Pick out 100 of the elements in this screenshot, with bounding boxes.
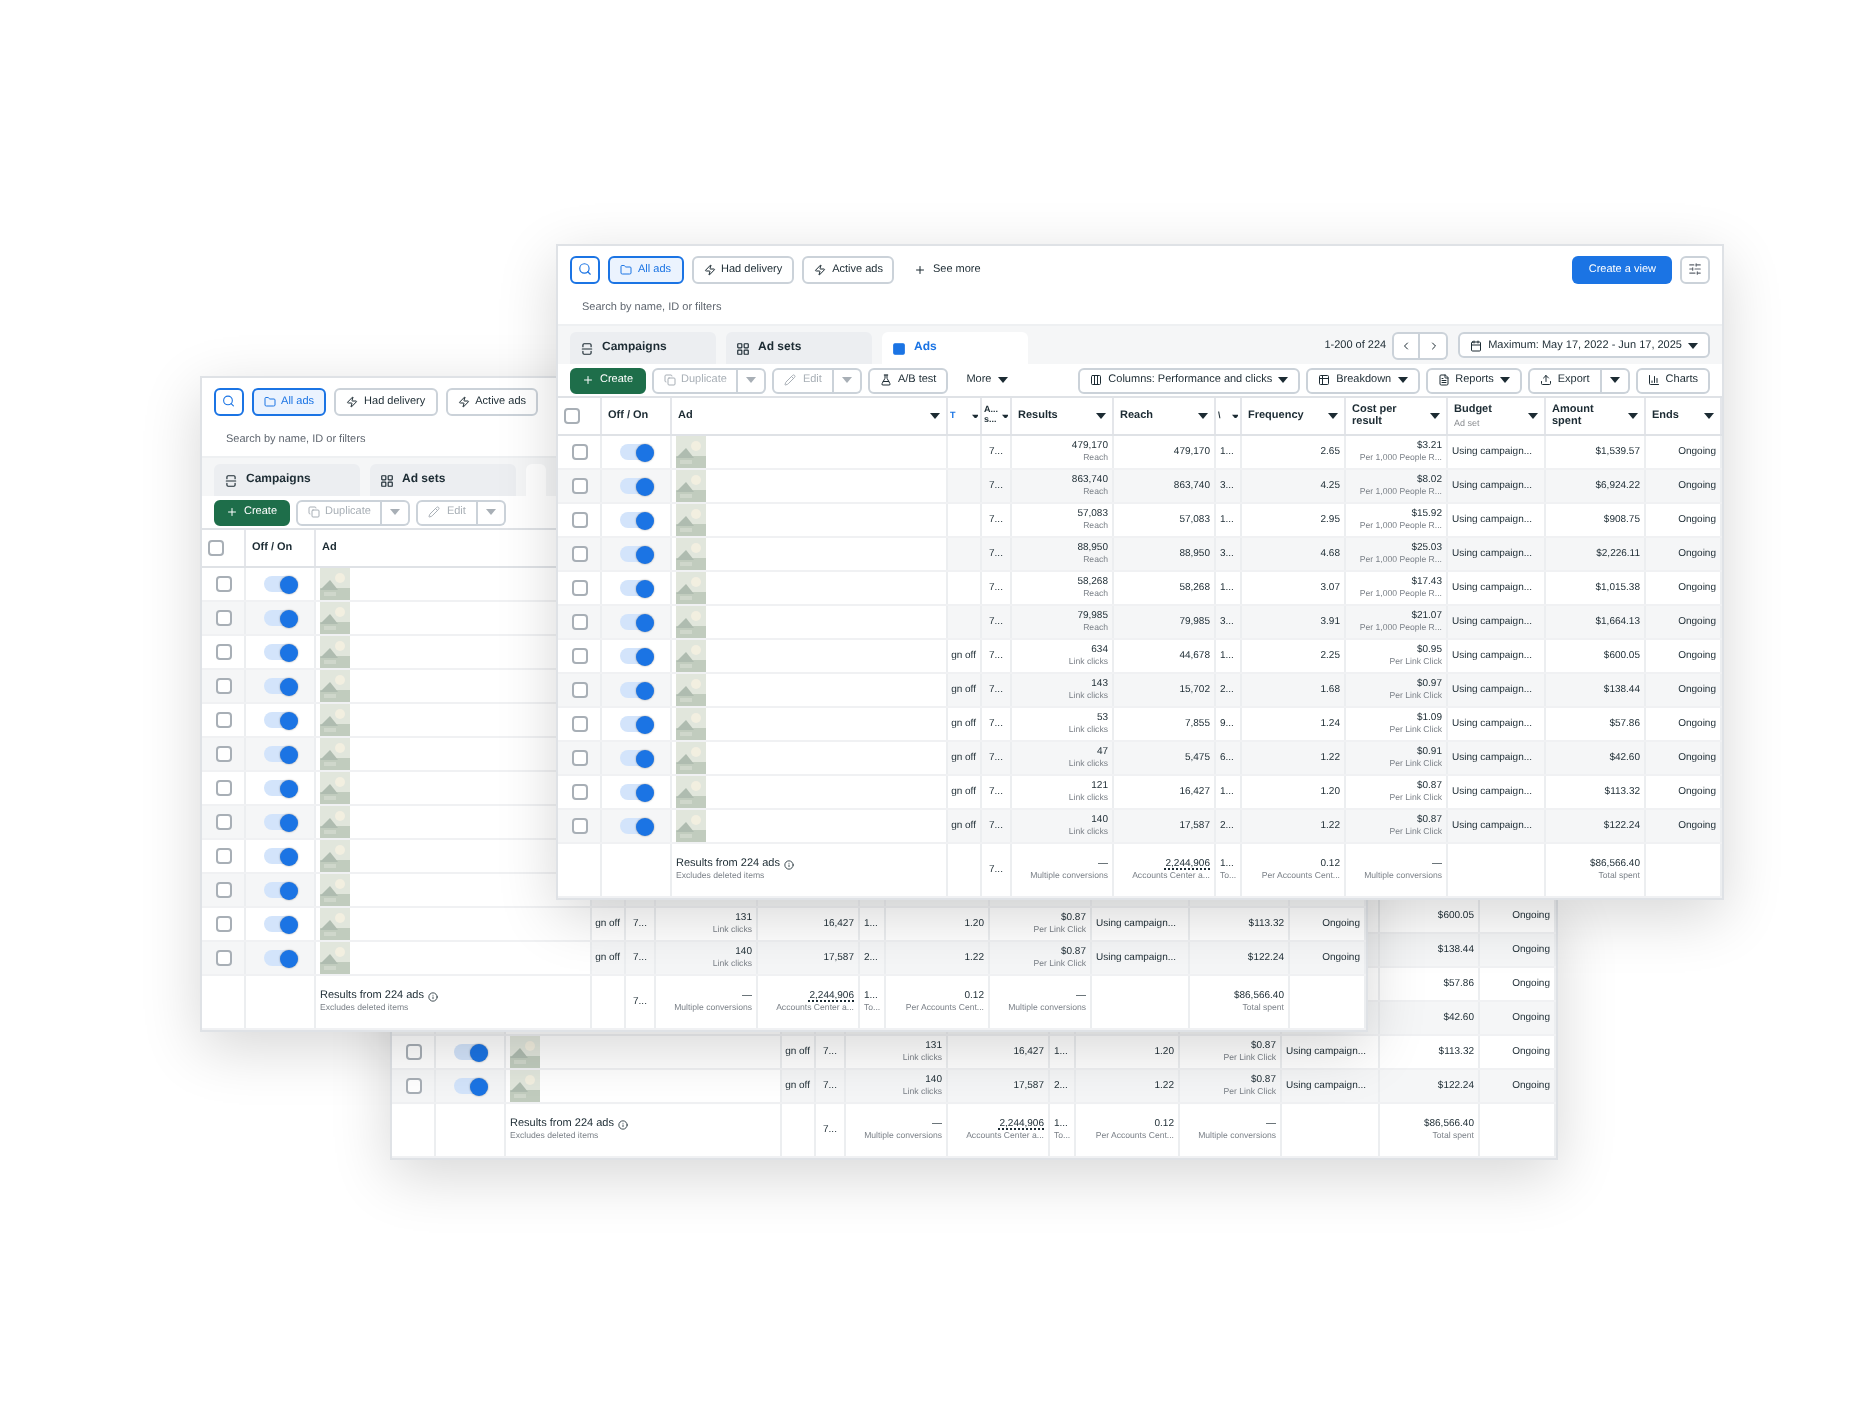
checkbox[interactable]: [405, 1044, 421, 1060]
caret-icon: [971, 413, 978, 419]
checkbox[interactable]: [571, 546, 587, 562]
caret-icon: [1528, 412, 1538, 420]
toggle-switch[interactable]: [619, 716, 653, 732]
checkbox[interactable]: [571, 750, 587, 766]
search-icon: [222, 394, 236, 408]
checkbox[interactable]: [571, 818, 587, 834]
toggle-switch[interactable]: [263, 950, 297, 966]
grid-icon: [736, 341, 750, 355]
checkbox[interactable]: [215, 678, 231, 694]
copy-icon: [663, 374, 676, 386]
caret-icon: [1096, 412, 1106, 420]
toggle-switch[interactable]: [619, 682, 653, 698]
toggle-switch[interactable]: [263, 712, 297, 728]
checkbox[interactable]: [571, 716, 587, 732]
checkbox[interactable]: [571, 784, 587, 800]
settings-button[interactable]: [1680, 255, 1710, 283]
caret-icon: [1328, 412, 1338, 420]
caret-icon: [1397, 376, 1408, 384]
toggle-switch[interactable]: [453, 1078, 487, 1094]
toggle-switch[interactable]: [263, 814, 297, 830]
toggle-switch[interactable]: [619, 546, 653, 562]
chevron-left-icon: [1400, 339, 1413, 351]
pencil-icon: [784, 374, 797, 386]
copy-icon: [307, 506, 320, 518]
report-icon: [1437, 374, 1450, 386]
toggle-switch[interactable]: [619, 614, 653, 630]
checkbox[interactable]: [571, 648, 587, 664]
checkbox[interactable]: [215, 712, 231, 728]
checkbox[interactable]: [215, 848, 231, 864]
lightning-icon: [814, 263, 827, 275]
folder-icon: [620, 263, 632, 275]
caret-icon: [1001, 413, 1008, 419]
checkbox[interactable]: [564, 408, 580, 424]
grid-icon: [380, 473, 394, 487]
toggle-switch[interactable]: [263, 610, 297, 626]
square-icon: [892, 341, 906, 355]
caret-icon: [841, 376, 852, 384]
info-icon: [617, 1119, 628, 1130]
toggle-switch[interactable]: [619, 444, 653, 460]
toggle-switch[interactable]: [263, 848, 297, 864]
lightning-icon: [703, 263, 716, 275]
sliders-icon: [1688, 262, 1702, 276]
checkbox[interactable]: [215, 644, 231, 660]
calendar-icon: [1470, 339, 1483, 351]
search-button[interactable]: [570, 255, 600, 283]
toggle-switch[interactable]: [263, 780, 297, 796]
caret-icon: [1430, 412, 1440, 420]
caret-icon: [390, 508, 401, 516]
caret-icon: [1688, 341, 1698, 349]
checkbox[interactable]: [215, 746, 231, 762]
checkbox[interactable]: [215, 882, 231, 898]
caret-icon: [1278, 376, 1289, 384]
caret-icon: [485, 508, 496, 516]
plus-icon: [226, 506, 238, 518]
previous-button[interactable]: [1392, 331, 1421, 359]
toggle-switch[interactable]: [263, 678, 297, 694]
search-button[interactable]: [214, 387, 244, 415]
caret-icon: [997, 376, 1008, 384]
toggle-switch[interactable]: [619, 750, 653, 766]
caret-icon: [930, 412, 940, 420]
checkbox[interactable]: [208, 540, 224, 556]
pencil-icon: [428, 506, 441, 518]
toggle-switch[interactable]: [619, 512, 653, 528]
toggle-switch[interactable]: [263, 882, 297, 898]
export-icon: [1539, 374, 1552, 386]
toggle-switch[interactable]: [263, 644, 297, 660]
toggle-switch[interactable]: [619, 478, 653, 494]
toggle-switch[interactable]: [453, 1044, 487, 1060]
next-button[interactable]: [1420, 331, 1449, 359]
checkbox[interactable]: [215, 610, 231, 626]
toggle-switch[interactable]: [263, 746, 297, 762]
toggle-switch[interactable]: [263, 916, 297, 932]
toggle-switch[interactable]: [619, 784, 653, 800]
checkbox[interactable]: [571, 444, 587, 460]
caret-icon: [1231, 413, 1238, 419]
toggle-switch[interactable]: [619, 818, 653, 834]
checkbox[interactable]: [571, 580, 587, 596]
toggle-switch[interactable]: [619, 648, 653, 664]
lightning-icon: [346, 395, 359, 407]
checkbox[interactable]: [571, 512, 587, 528]
checkbox[interactable]: [571, 478, 587, 494]
checkbox[interactable]: [215, 576, 231, 592]
search-icon: [578, 262, 592, 276]
lightning-icon: [457, 395, 470, 407]
toggle-switch[interactable]: [619, 580, 653, 596]
toggle-switch[interactable]: [263, 576, 297, 592]
info-icon: [427, 991, 438, 1002]
checkbox[interactable]: [571, 614, 587, 630]
checkbox[interactable]: [405, 1078, 421, 1094]
checkbox[interactable]: [215, 916, 231, 932]
chevron-right-icon: [1427, 339, 1440, 351]
checkbox[interactable]: [215, 780, 231, 796]
checkbox[interactable]: [571, 682, 587, 698]
dropdown-button[interactable]: [1601, 367, 1630, 393]
caret-icon: [1704, 412, 1714, 420]
caret-icon: [1609, 376, 1620, 384]
checkbox[interactable]: [215, 950, 231, 966]
checkbox[interactable]: [215, 814, 231, 830]
